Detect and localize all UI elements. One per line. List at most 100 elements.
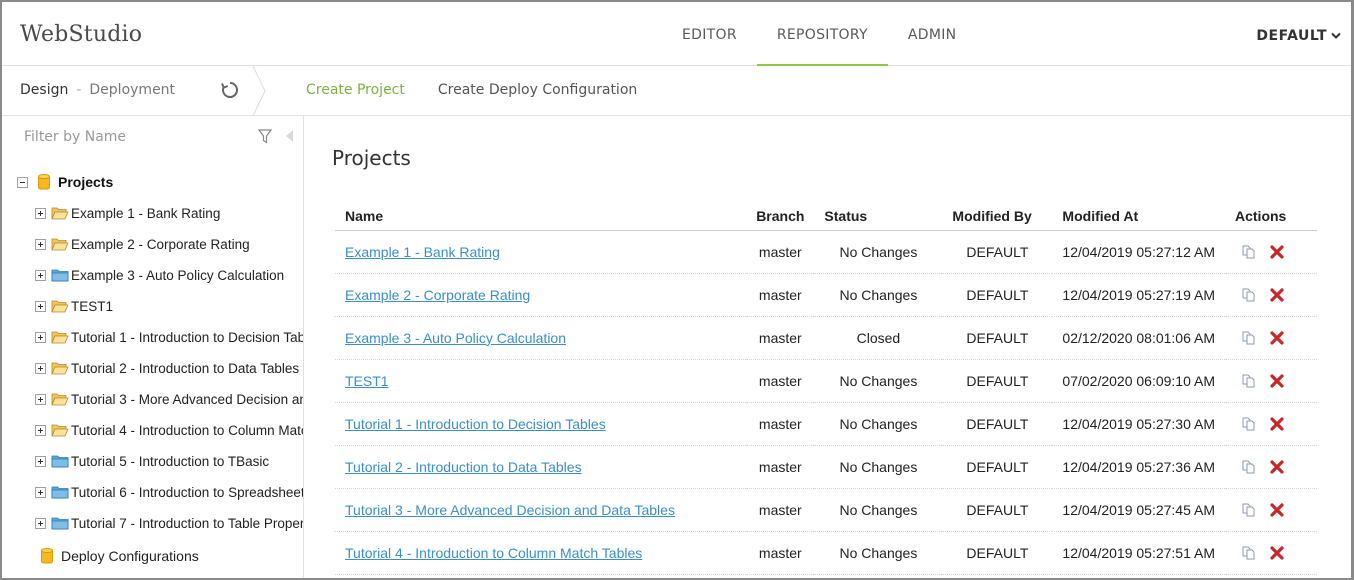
- copy-icon[interactable]: [1241, 416, 1257, 432]
- tree-item[interactable]: Tutorial 3 - More Advanced Decision and …: [35, 389, 303, 409]
- create-project-button[interactable]: Create Project: [306, 82, 405, 98]
- tree-item-label: Tutorial 1 - Introduction to Decision Ta…: [71, 329, 303, 345]
- tree-item[interactable]: Tutorial 6 - Introduction to Spreadsheet…: [35, 482, 303, 502]
- project-link[interactable]: Tutorial 1 - Introduction to Decision Ta…: [345, 416, 606, 432]
- modified-at-cell: 12/04/2019 05:27:45 AM: [1052, 488, 1225, 532]
- copy-icon[interactable]: [1241, 459, 1257, 475]
- tree-root-projects[interactable]: Projects: [17, 172, 113, 192]
- table-row: Tutorial 4 - Introduction to Column Matc…: [335, 531, 1317, 575]
- status-cell: Closed: [814, 316, 943, 360]
- status-cell: No Changes: [814, 359, 943, 403]
- expand-toggle[interactable]: [35, 207, 46, 219]
- expand-toggle[interactable]: [35, 486, 46, 498]
- tree-item[interactable]: Example 3 - Auto Policy Calculation: [35, 265, 303, 285]
- project-link[interactable]: Tutorial 4 - Introduction to Column Matc…: [345, 545, 642, 561]
- copy-icon[interactable]: [1241, 244, 1257, 260]
- delete-icon[interactable]: [1269, 373, 1285, 389]
- tree-item[interactable]: Tutorial 1 - Introduction to Decision Ta…: [35, 327, 303, 347]
- project-link[interactable]: TEST1: [345, 373, 389, 389]
- project-link[interactable]: Tutorial 2 - Introduction to Data Tables: [345, 459, 582, 475]
- branch-cell: master: [746, 230, 815, 274]
- expand-toggle[interactable]: [35, 517, 46, 529]
- closed-folder-icon: [51, 269, 69, 282]
- column-header-modified-at: Modified At: [1052, 202, 1225, 231]
- refresh-icon[interactable]: [220, 80, 240, 100]
- status-cell: No Changes: [814, 273, 943, 317]
- tree-item[interactable]: Example 2 - Corporate Rating: [35, 234, 303, 254]
- copy-icon[interactable]: [1241, 545, 1257, 561]
- delete-icon[interactable]: [1269, 287, 1285, 303]
- expand-toggle[interactable]: [35, 424, 46, 436]
- modified-by-cell: DEFAULT: [942, 273, 1053, 317]
- breadcrumb-separator: -: [76, 82, 82, 98]
- delete-icon[interactable]: [1269, 459, 1285, 475]
- project-link[interactable]: Example 2 - Corporate Rating: [345, 287, 530, 303]
- collapse-sidebar-icon[interactable]: [286, 130, 294, 142]
- project-link[interactable]: Example 3 - Auto Policy Calculation: [345, 330, 566, 346]
- tab-repository[interactable]: REPOSITORY: [756, 2, 888, 66]
- design-link[interactable]: Design: [20, 82, 68, 98]
- user-menu[interactable]: DEFAULT: [1256, 28, 1341, 44]
- expand-toggle[interactable]: [35, 455, 46, 467]
- sidebar: Projects Example 1 - Bank Rating Example…: [2, 116, 304, 578]
- open-folder-icon: [51, 362, 69, 375]
- filter-icon[interactable]: [258, 129, 272, 144]
- tree-item[interactable]: Tutorial 7 - Introduction to Table Prope…: [35, 513, 303, 533]
- delete-icon[interactable]: [1269, 545, 1285, 561]
- expand-toggle[interactable]: [35, 362, 46, 374]
- tree-item-deploy-configurations[interactable]: Deploy Configurations: [37, 546, 199, 566]
- create-deploy-config-button[interactable]: Create Deploy Configuration: [438, 82, 637, 98]
- secondary-toolbar: Design - Deployment Create Project Creat…: [2, 66, 1351, 116]
- tree-item-label: Tutorial 5 - Introduction to TBasic: [71, 453, 270, 469]
- tree-item[interactable]: Tutorial 4 - Introduction to Column Matc…: [35, 420, 303, 440]
- copy-icon[interactable]: [1241, 373, 1257, 389]
- closed-folder-icon: [51, 455, 69, 468]
- delete-icon[interactable]: [1269, 244, 1285, 260]
- branch-cell: master: [746, 359, 815, 403]
- open-folder-icon: [51, 393, 69, 406]
- copy-icon[interactable]: [1241, 502, 1257, 518]
- tree-item[interactable]: Example 1 - Bank Rating: [35, 203, 303, 223]
- modified-at-cell: 12/04/2019 05:27:51 AM: [1052, 531, 1225, 575]
- main-nav: EDITOR REPOSITORY ADMIN: [662, 2, 976, 66]
- deployment-link[interactable]: Deployment: [89, 82, 175, 98]
- column-header-modified-by: Modified By: [942, 202, 1053, 231]
- app-logo[interactable]: WebStudio: [20, 22, 142, 47]
- filter-input[interactable]: [24, 126, 284, 148]
- closed-folder-icon: [51, 517, 69, 530]
- tab-admin[interactable]: ADMIN: [888, 2, 977, 66]
- expand-toggle[interactable]: [35, 300, 46, 312]
- expand-toggle[interactable]: [35, 238, 46, 250]
- tree-item-label: Tutorial 3 - More Advanced Decision and …: [71, 391, 303, 407]
- modified-at-cell: 07/02/2020 06:09:10 AM: [1052, 359, 1225, 403]
- expand-toggle[interactable]: [35, 269, 46, 281]
- tab-editor[interactable]: EDITOR: [662, 2, 757, 66]
- top-header: WebStudio EDITOR REPOSITORY ADMIN DEFAUL…: [2, 2, 1351, 66]
- project-link[interactable]: Example 1 - Bank Rating: [345, 244, 500, 260]
- expand-toggle[interactable]: [35, 393, 46, 405]
- tree-item[interactable]: TEST1: [35, 296, 303, 316]
- database-icon: [38, 173, 50, 189]
- table-row: TEST1 master No Changes DEFAULT 07/02/20…: [335, 359, 1317, 403]
- delete-icon[interactable]: [1269, 416, 1285, 432]
- tree-item-label: Example 1 - Bank Rating: [71, 205, 221, 221]
- column-header-actions: Actions: [1225, 202, 1317, 231]
- status-cell: No Changes: [814, 402, 943, 446]
- tree-item-label: Tutorial 6 - Introduction to Spreadsheet…: [71, 484, 303, 500]
- tree-item-label: Deploy Configurations: [61, 548, 199, 564]
- modified-at-cell: 02/12/2020 08:01:06 AM: [1052, 316, 1225, 360]
- expand-toggle[interactable]: [35, 331, 46, 343]
- branch-cell: master: [746, 488, 815, 532]
- user-name: DEFAULT: [1256, 28, 1327, 44]
- tree-item[interactable]: Tutorial 2 - Introduction to Data Tables: [35, 358, 303, 378]
- delete-icon[interactable]: [1269, 330, 1285, 346]
- collapse-toggle[interactable]: [17, 176, 28, 188]
- copy-icon[interactable]: [1241, 330, 1257, 346]
- tree-item[interactable]: Tutorial 5 - Introduction to TBasic: [35, 451, 303, 471]
- modified-at-cell: 12/04/2019 05:27:36 AM: [1052, 445, 1225, 489]
- project-link[interactable]: Tutorial 3 - More Advanced Decision and …: [345, 502, 675, 518]
- modified-at-cell: 12/04/2019 05:27:30 AM: [1052, 402, 1225, 446]
- copy-icon[interactable]: [1241, 287, 1257, 303]
- delete-icon[interactable]: [1269, 502, 1285, 518]
- tree-item-label: Tutorial 4 - Introduction to Column Matc…: [71, 422, 303, 438]
